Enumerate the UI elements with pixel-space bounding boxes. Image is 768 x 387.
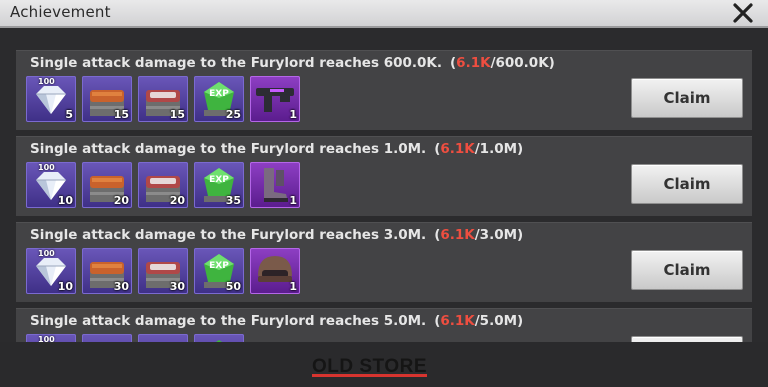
achievement-text: Single attack damage to the Furylord rea… — [30, 55, 442, 71]
reward-quantity: 15 — [113, 108, 129, 121]
claim-button[interactable]: Claim — [631, 164, 743, 204]
svg-text:EXP: EXP — [209, 175, 229, 185]
reward-item[interactable]: 1 — [250, 248, 300, 294]
reward-quantity: 20 — [113, 194, 129, 207]
achievement-title: Single attack damage to the Furylord rea… — [30, 313, 523, 329]
reward-item[interactable]: 1 — [250, 162, 300, 208]
reward-quantity: 30 — [169, 280, 185, 293]
reward-item[interactable]: 15 — [82, 76, 132, 122]
achievement-text: Single attack damage to the Furylord rea… — [30, 313, 427, 329]
achievement-progress: (6.1K/3.0M) — [434, 227, 524, 243]
achievement-title: Single attack damage to the Furylord rea… — [30, 55, 555, 71]
claim-button[interactable]: Claim — [631, 78, 743, 118]
achievement-progress: (6.1K/5.0M) — [434, 313, 524, 329]
svg-text:EXP: EXP — [209, 89, 229, 99]
achievement-text: Single attack damage to the Furylord rea… — [30, 141, 427, 157]
reward-item[interactable]: 1 — [250, 76, 300, 122]
reward-quantity: 50 — [225, 280, 241, 293]
reward-item[interactable]: 100 5 — [26, 76, 76, 122]
reward-quantity: 25 — [225, 108, 241, 121]
reward-item[interactable]: 30 — [138, 248, 188, 294]
reward-tag: 100 — [38, 77, 55, 86]
achievement-text: Single attack damage to the Furylord rea… — [30, 227, 427, 243]
reward-quantity: 10 — [57, 194, 73, 207]
reward-quantity: 10 — [57, 280, 73, 293]
reward-quantity: 1 — [289, 108, 297, 121]
reward-quantity: 35 — [225, 194, 241, 207]
reward-tag: 100 — [38, 249, 55, 258]
achievement-list[interactable]: Single attack damage to the Furylord rea… — [0, 34, 768, 344]
reward-quantity: 5 — [65, 108, 73, 121]
close-button[interactable] — [730, 0, 756, 26]
reward-item[interactable]: EXP 35 — [194, 162, 244, 208]
achievement-row: Single attack damage to the Furylord rea… — [16, 308, 752, 344]
achievement-progress: (6.1K/600.0K) — [450, 55, 555, 71]
achievement-row: Single attack damage to the Furylord rea… — [16, 222, 752, 302]
achievement-row: Single attack damage to the Furylord rea… — [16, 136, 752, 216]
claim-button[interactable]: Claim — [631, 250, 743, 290]
reward-tag: 100 — [38, 163, 55, 172]
achievement-window: Achievement Single attack damage to the … — [0, 0, 768, 387]
achievement-title: Single attack damage to the Furylord rea… — [30, 227, 523, 243]
reward-item[interactable]: EXP 25 — [194, 76, 244, 122]
reward-quantity: 1 — [289, 280, 297, 293]
reward-quantity: 20 — [169, 194, 185, 207]
footer-bar: OLD STORE — [0, 342, 768, 387]
achievement-title: Single attack damage to the Furylord rea… — [30, 141, 523, 157]
svg-text:EXP: EXP — [209, 261, 229, 271]
window-title: Achievement — [10, 3, 111, 21]
reward-quantity: 30 — [113, 280, 129, 293]
reward-item[interactable]: 20 — [138, 162, 188, 208]
reward-item[interactable]: 15 — [138, 76, 188, 122]
reward-item[interactable]: EXP 50 — [194, 248, 244, 294]
reward-quantity: 15 — [169, 108, 185, 121]
old-store-link[interactable]: OLD STORE — [312, 356, 427, 378]
achievement-progress: (6.1K/1.0M) — [434, 141, 524, 157]
achievement-row: Single attack damage to the Furylord rea… — [16, 50, 752, 130]
reward-item[interactable]: 100 10 — [26, 162, 76, 208]
reward-item[interactable]: 30 — [82, 248, 132, 294]
reward-item[interactable]: 20 — [82, 162, 132, 208]
title-bar: Achievement — [0, 0, 768, 28]
reward-item[interactable]: 100 10 — [26, 248, 76, 294]
reward-quantity: 1 — [289, 194, 297, 207]
close-icon — [733, 3, 753, 23]
